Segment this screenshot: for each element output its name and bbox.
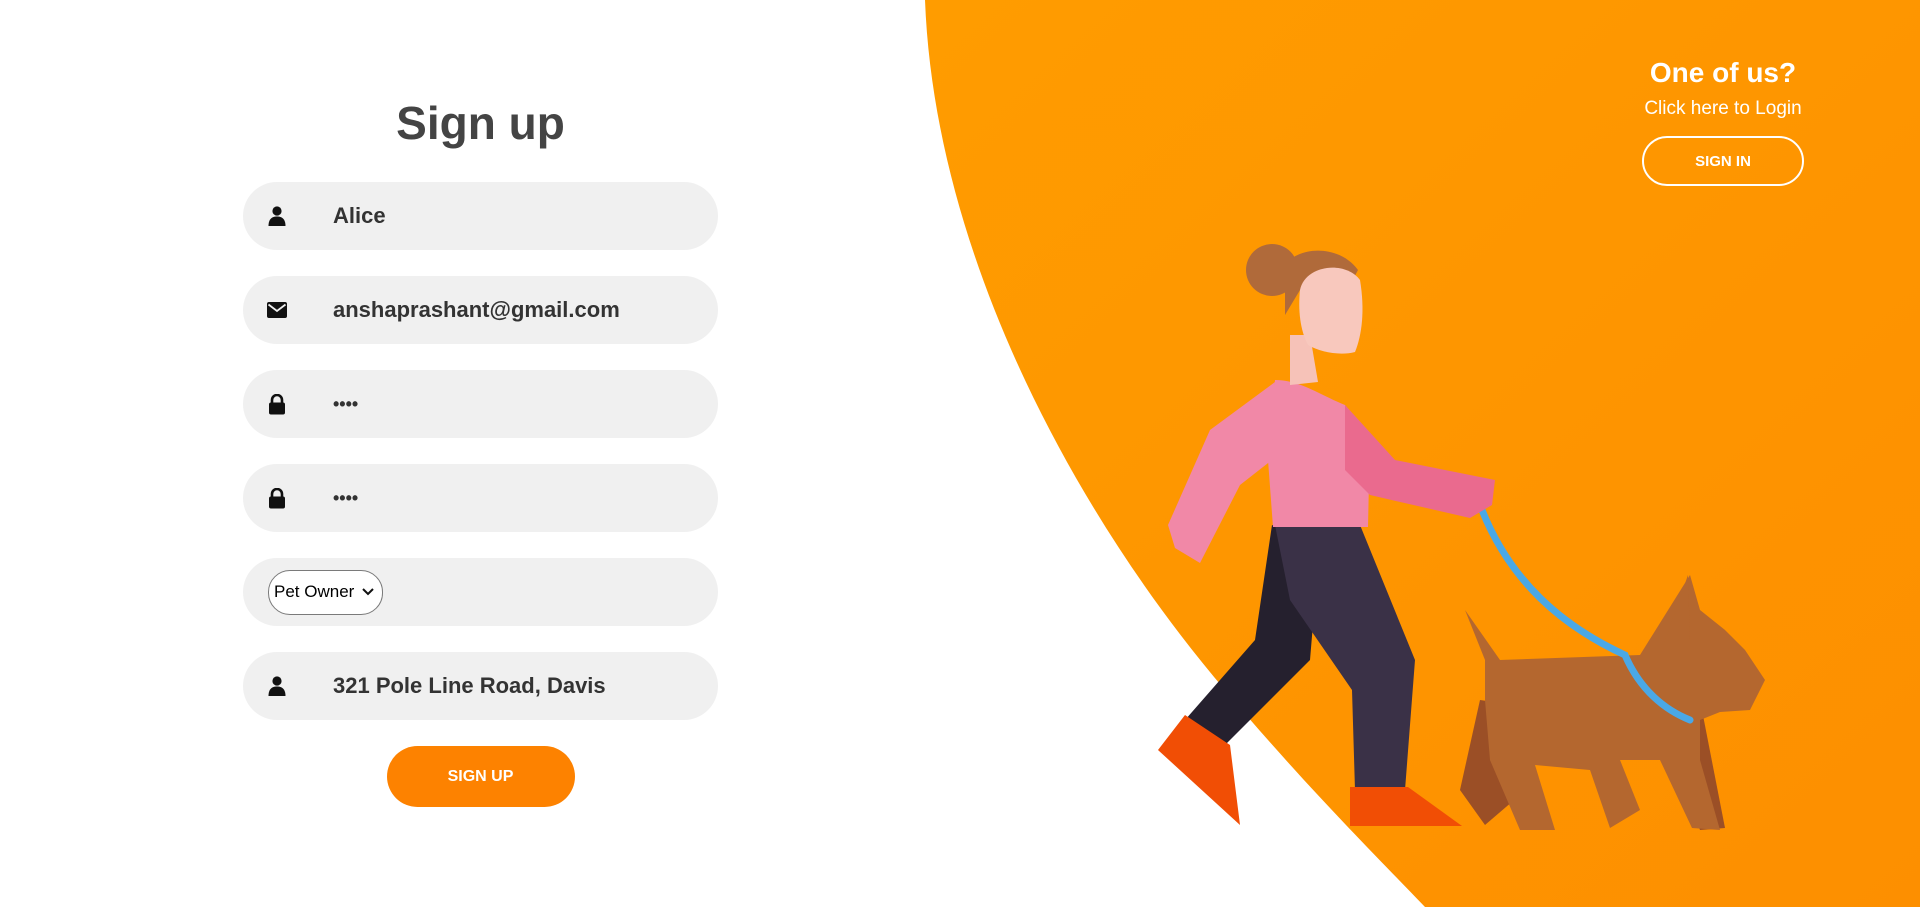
lock-icon (265, 392, 289, 416)
signin-button[interactable]: SIGN IN (1642, 136, 1804, 186)
signup-form: Sign up Alice anshaprashant@gmail.com ••… (243, 90, 718, 807)
name-input[interactable]: Alice (333, 203, 386, 229)
woman-face (1299, 267, 1363, 354)
email-input[interactable]: anshaprashant@gmail.com (333, 297, 620, 323)
role-field: Pet Owner (243, 558, 718, 626)
role-select[interactable]: Pet Owner (268, 569, 384, 615)
name-field[interactable]: Alice (243, 182, 718, 250)
role-select-value: Pet Owner (274, 582, 355, 601)
user-icon (265, 204, 289, 228)
password-field[interactable]: •••• (243, 370, 718, 438)
page-title: Sign up (396, 97, 565, 149)
woman-back-arm (1168, 382, 1275, 563)
address-field[interactable]: 321 Pole Line Road, Davis (243, 652, 718, 720)
lock-icon (265, 486, 289, 510)
chevron-down-icon (362, 588, 375, 596)
confirm-password-field[interactable]: •••• (243, 464, 718, 532)
woman-front-shoe (1350, 787, 1462, 826)
envelope-icon (265, 298, 289, 322)
login-panel: One of us? Click here to Login SIGN IN (1640, 54, 1806, 186)
dog-body (1465, 575, 1765, 830)
woman-walking-dog-illustration (1158, 244, 1765, 830)
login-heading: One of us? (1649, 57, 1797, 88)
email-field[interactable]: anshaprashant@gmail.com (243, 276, 718, 344)
signup-button[interactable]: SIGN UP (386, 746, 575, 807)
login-subtext: Click here to Login (1644, 98, 1802, 119)
password-input[interactable]: •••• (333, 394, 358, 415)
confirm-password-input[interactable]: •••• (333, 488, 358, 509)
user-icon (265, 674, 289, 698)
address-input[interactable]: 321 Pole Line Road, Davis (333, 673, 606, 699)
